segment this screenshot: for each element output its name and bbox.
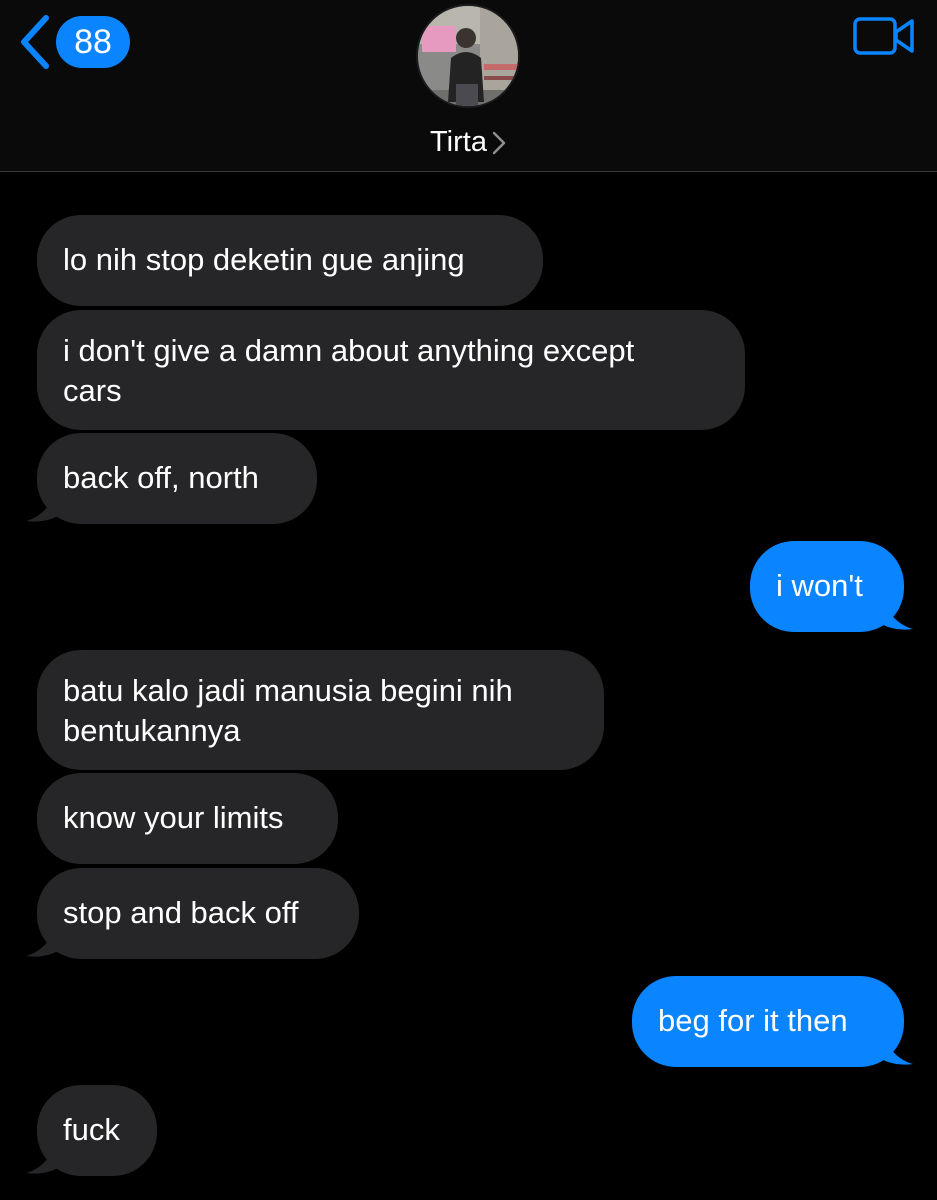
chevron-right-icon	[492, 131, 506, 155]
sent-message-bubble[interactable]: i won't	[750, 541, 904, 632]
contact-name-button[interactable]: Tirta	[0, 122, 937, 162]
video-call-icon[interactable]	[852, 15, 916, 57]
sent-message-bubble[interactable]: beg for it then	[632, 976, 904, 1067]
received-message-bubble[interactable]: stop and back off	[37, 868, 359, 959]
back-button[interactable]: 88	[18, 14, 130, 70]
unread-count-badge: 88	[56, 16, 130, 68]
chevron-left-icon	[21, 15, 49, 69]
received-message-bubble[interactable]: know your limits	[37, 773, 338, 864]
contact-avatar[interactable]	[416, 4, 520, 108]
received-message-bubble[interactable]: fuck	[37, 1085, 157, 1176]
received-message-bubble[interactable]: lo nih stop deketin gue anjing	[37, 215, 543, 306]
avatar-photo-icon	[418, 6, 518, 106]
received-message-bubble[interactable]: back off, north	[37, 433, 317, 524]
received-message-bubble[interactable]: i don't give a damn about anything excep…	[37, 310, 745, 430]
contact-name: Tirta	[430, 125, 487, 158]
received-message-bubble[interactable]: batu kalo jadi manusia begini nih bentuk…	[37, 650, 604, 770]
conversation-header: 88 Tirta	[0, 0, 937, 172]
